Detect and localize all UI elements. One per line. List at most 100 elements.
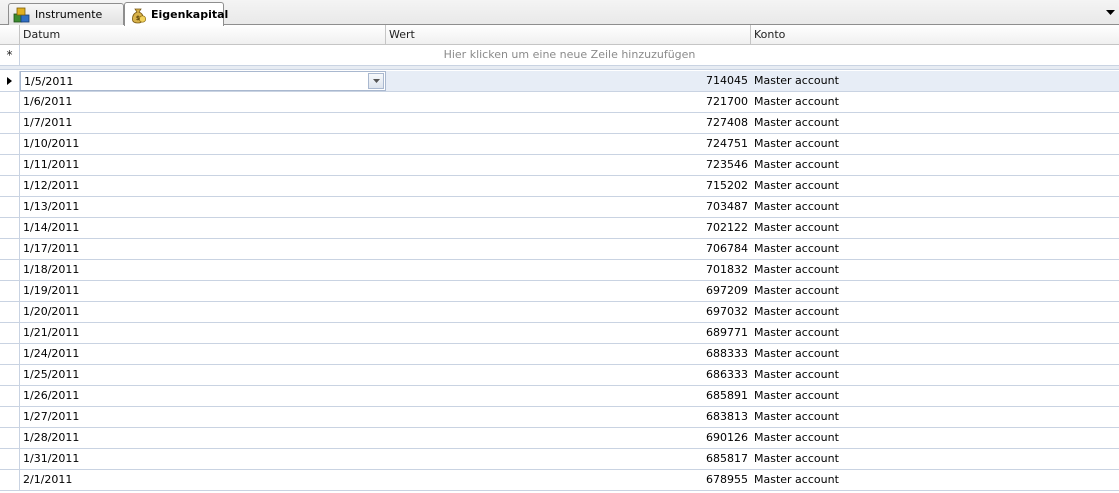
cell-datum[interactable]: 1/28/2011 [20, 428, 386, 448]
cell-datum[interactable]: 1/7/2011 [20, 113, 386, 133]
cell-konto[interactable]: Master account [751, 428, 1119, 448]
row-indicator[interactable] [0, 218, 20, 238]
cell-datum[interactable]: 1/17/2011 [20, 239, 386, 259]
cell-wert[interactable]: 701832 [386, 260, 751, 280]
table-row[interactable]: 1/13/2011 703487 Master account [0, 197, 1119, 218]
row-indicator[interactable] [0, 281, 20, 301]
column-header-konto[interactable]: Konto [751, 25, 1119, 45]
cell-wert[interactable]: 697209 [386, 281, 751, 301]
cell-wert[interactable]: 678955 [386, 470, 751, 490]
cell-wert[interactable]: 685817 [386, 449, 751, 469]
cell-konto[interactable]: Master account [751, 239, 1119, 259]
cell-konto[interactable]: Master account [751, 176, 1119, 196]
cell-datum[interactable]: 1/27/2011 [20, 407, 386, 427]
row-indicator[interactable] [0, 71, 20, 91]
column-header-datum[interactable]: Datum [20, 25, 386, 45]
cell-wert[interactable]: 702122 [386, 218, 751, 238]
table-row[interactable]: 1/31/2011 685817 Master account [0, 449, 1119, 470]
cell-wert[interactable]: 685891 [386, 386, 751, 406]
table-row[interactable]: 1/20/2011 697032 Master account [0, 302, 1119, 323]
cell-konto[interactable]: Master account [751, 134, 1119, 154]
cell-datum[interactable]: 1/13/2011 [20, 197, 386, 217]
table-row[interactable]: 1/28/2011 690126 Master account [0, 428, 1119, 449]
cell-konto[interactable]: Master account [751, 302, 1119, 322]
row-indicator[interactable] [0, 323, 20, 343]
table-row[interactable]: 1/27/2011 683813 Master account [0, 407, 1119, 428]
row-indicator[interactable] [0, 407, 20, 427]
cell-wert[interactable]: 689771 [386, 323, 751, 343]
cell-datum[interactable]: 1/19/2011 [20, 281, 386, 301]
cell-wert[interactable]: 721700 [386, 92, 751, 112]
row-indicator[interactable] [0, 365, 20, 385]
cell-konto[interactable]: Master account [751, 155, 1119, 175]
row-indicator[interactable] [0, 386, 20, 406]
cell-datum[interactable]: 1/26/2011 [20, 386, 386, 406]
cell-wert[interactable]: 706784 [386, 239, 751, 259]
cell-wert[interactable]: 724751 [386, 134, 751, 154]
cell-wert[interactable]: 688333 [386, 344, 751, 364]
table-row[interactable]: 1/14/2011 702122 Master account [0, 218, 1119, 239]
row-indicator[interactable] [0, 197, 20, 217]
cell-konto[interactable]: Master account [751, 281, 1119, 301]
cell-konto[interactable]: Master account [751, 113, 1119, 133]
row-indicator[interactable] [0, 113, 20, 133]
tab-list-dropdown-button[interactable] [1105, 7, 1115, 17]
row-indicator[interactable] [0, 449, 20, 469]
cell-konto[interactable]: Master account [751, 197, 1119, 217]
table-row[interactable]: 1/26/2011 685891 Master account [0, 386, 1119, 407]
cell-wert[interactable]: 686333 [386, 365, 751, 385]
cell-wert[interactable]: 715202 [386, 176, 751, 196]
row-indicator[interactable] [0, 428, 20, 448]
table-row[interactable]: 1/11/2011 723546 Master account [0, 155, 1119, 176]
cell-datum[interactable]: 1/14/2011 [20, 218, 386, 238]
cell-datum[interactable]: 1/6/2011 [20, 92, 386, 112]
row-indicator[interactable] [0, 302, 20, 322]
table-row[interactable]: 1/5/2011 714045 Master account [0, 71, 1119, 92]
cell-wert[interactable]: 727408 [386, 113, 751, 133]
cell-datum[interactable]: 1/12/2011 [20, 176, 386, 196]
table-row[interactable]: 1/7/2011 727408 Master account [0, 113, 1119, 134]
cell-datum[interactable]: 1/10/2011 [20, 134, 386, 154]
row-indicator[interactable] [0, 344, 20, 364]
cell-konto[interactable]: Master account [751, 92, 1119, 112]
column-header-wert[interactable]: Wert [386, 25, 751, 45]
cell-konto[interactable]: Master account [751, 218, 1119, 238]
row-indicator[interactable] [0, 155, 20, 175]
cell-konto[interactable]: Master account [751, 71, 1119, 91]
new-row-hint[interactable]: Hier klicken um eine neue Zeile hinzuzuf… [20, 45, 1119, 65]
row-indicator[interactable] [0, 470, 20, 490]
cell-konto[interactable]: Master account [751, 260, 1119, 280]
cell-datum[interactable]: 1/25/2011 [20, 365, 386, 385]
table-row[interactable]: 1/25/2011 686333 Master account [0, 365, 1119, 386]
row-indicator[interactable] [0, 92, 20, 112]
cell-wert[interactable]: 714045 [386, 71, 751, 91]
table-row[interactable]: 1/24/2011 688333 Master account [0, 344, 1119, 365]
table-row[interactable]: 1/18/2011 701832 Master account [0, 260, 1119, 281]
cell-konto[interactable]: Master account [751, 449, 1119, 469]
cell-datum[interactable]: 2/1/2011 [20, 470, 386, 490]
row-indicator[interactable] [0, 176, 20, 196]
tab-eigenkapital[interactable]: $ Eigenkapital [124, 2, 228, 26]
cell-datum[interactable]: 1/18/2011 [20, 260, 386, 280]
cell-konto[interactable]: Master account [751, 470, 1119, 490]
cell-datum[interactable]: 1/31/2011 [20, 449, 386, 469]
table-row[interactable]: 1/6/2011 721700 Master account [0, 92, 1119, 113]
cell-konto[interactable]: Master account [751, 407, 1119, 427]
cell-datum[interactable]: 1/21/2011 [20, 323, 386, 343]
cell-konto[interactable]: Master account [751, 386, 1119, 406]
cell-wert[interactable]: 683813 [386, 407, 751, 427]
table-row[interactable]: 1/10/2011 724751 Master account [0, 134, 1119, 155]
cell-konto[interactable]: Master account [751, 344, 1119, 364]
cell-wert[interactable]: 697032 [386, 302, 751, 322]
tab-instrumente[interactable]: Instrumente [8, 3, 124, 25]
table-row[interactable]: 1/12/2011 715202 Master account [0, 176, 1119, 197]
cell-konto[interactable]: Master account [751, 365, 1119, 385]
cell-wert[interactable]: 723546 [386, 155, 751, 175]
cell-datum[interactable]: 1/11/2011 [20, 155, 386, 175]
new-row[interactable]: * Hier klicken um eine neue Zeile hinzuz… [0, 45, 1119, 66]
table-row[interactable]: 1/17/2011 706784 Master account [0, 239, 1119, 260]
row-indicator[interactable] [0, 134, 20, 154]
cell-wert[interactable]: 703487 [386, 197, 751, 217]
date-dropdown-button[interactable] [368, 73, 384, 89]
cell-datum[interactable]: 1/24/2011 [20, 344, 386, 364]
